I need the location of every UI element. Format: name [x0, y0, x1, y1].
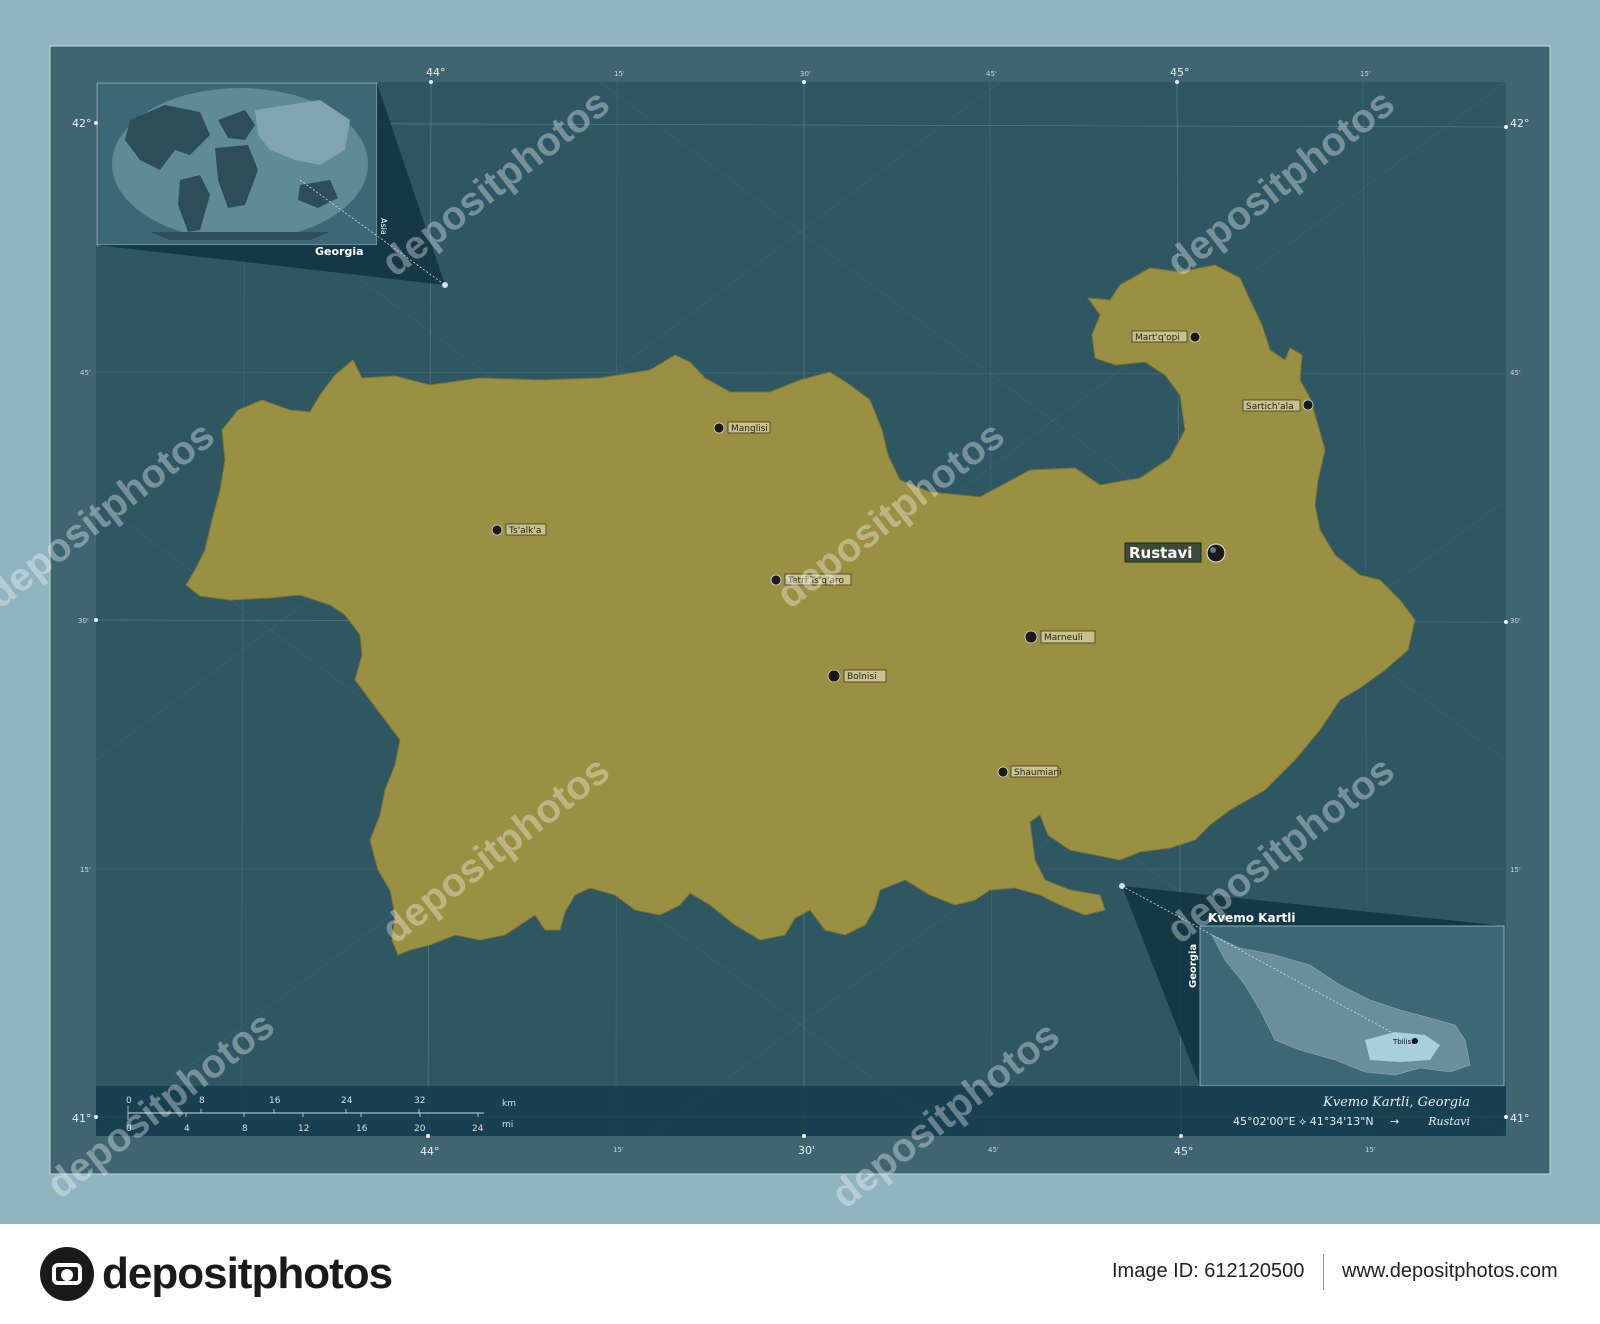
city-marker — [827, 669, 841, 683]
scale-km-tick: 32 — [414, 1096, 425, 1106]
scale-mi-tick: 12 — [298, 1124, 309, 1134]
latitude-label: 42° — [1510, 117, 1530, 130]
city-marker — [1189, 331, 1201, 343]
longitude-minor-label: 30' — [800, 70, 811, 78]
latitude-label: 41° — [1510, 1112, 1530, 1125]
latitude-minor-label: 30' — [78, 617, 89, 625]
longitude-minor-label: 15' — [1360, 70, 1371, 78]
longitude-minor-label: 45' — [986, 70, 997, 78]
longitude-label: 44° — [420, 1145, 440, 1158]
city-label: Shaumiani — [1014, 768, 1062, 778]
city-rustavi[interactable]: Rustavi — [1124, 542, 1226, 563]
city-marker — [713, 422, 725, 434]
world-inset-country-label: Georgia — [315, 245, 364, 258]
site-url[interactable]: www.depositphotos.com — [1342, 1260, 1558, 1283]
longitude-label: 45° — [1174, 1145, 1194, 1158]
city-label: Ts'alk'a — [508, 526, 541, 536]
antarctica-shape — [150, 232, 330, 240]
longitude-minor-label: 15' — [1365, 1146, 1376, 1154]
world-inset-continent-label: Asia — [379, 218, 388, 235]
latitude-minor-label: 45' — [80, 369, 91, 377]
capital-marker-highlight — [1210, 547, 1216, 553]
latitude-label: 42° — [72, 117, 92, 130]
footer-bar: depositphotos Image ID: 612120500 www.de… — [0, 1224, 1600, 1324]
scale-km-tick: 16 — [269, 1096, 281, 1106]
info-bar: 0 8 16 24 32 km 0 4 8 12 16 20 24 mi Kve… — [96, 1086, 1506, 1136]
city-marker — [1024, 630, 1038, 644]
city-marneuli[interactable]: Marneuli — [1024, 630, 1096, 644]
brand-logo[interactable]: depositphotos — [40, 1246, 393, 1302]
scale-mi-tick: 8 — [242, 1124, 248, 1134]
latitude-minor-label: 15' — [80, 866, 91, 874]
footer-divider — [1323, 1254, 1324, 1290]
country-inset-country-label: Georgia — [1188, 944, 1199, 988]
city-label: Sartich'ala — [1246, 402, 1294, 412]
longitude-minor-label: 45' — [988, 1146, 999, 1154]
page: Georgia Asia Tbilisi Kvemo Kartli Georgi… — [0, 0, 1600, 1324]
scale-mi-label: mi — [502, 1120, 513, 1130]
scale-mi-tick: 4 — [184, 1124, 190, 1134]
map-title: Kvemo Kartli, Georgia — [1322, 1095, 1470, 1110]
longitude-minor-label: 15' — [613, 1146, 624, 1154]
city-label: Mart'q'opi — [1135, 333, 1180, 343]
scale-mi-tick: 16 — [356, 1124, 368, 1134]
camera-icon — [40, 1247, 94, 1301]
image-id: Image ID: 612120500 — [1112, 1260, 1305, 1282]
latitude-minor-label: 30' — [1510, 617, 1521, 625]
scale-km-label: km — [502, 1099, 516, 1109]
city-marker — [491, 524, 503, 536]
city-label: Marneuli — [1044, 633, 1083, 643]
brand-name: depositphotos — [102, 1249, 393, 1298]
longitude-label: 45° — [1170, 66, 1190, 79]
capital-marker — [1206, 543, 1226, 563]
map-canvas: Georgia Asia Tbilisi Kvemo Kartli Georgi… — [0, 45, 1551, 1217]
latitude-minor-label: 15' — [1510, 866, 1521, 874]
scale-mi-tick: 20 — [414, 1124, 426, 1134]
arrow-icon: → — [1390, 1115, 1399, 1128]
city-bolnisi[interactable]: Bolnisi — [827, 669, 887, 683]
latitude-minor-label: 45' — [1510, 369, 1521, 377]
region-locator-dot — [1119, 883, 1125, 889]
longitude-minor-label: 15' — [614, 70, 625, 78]
city-tsalka[interactable]: Ts'alk'a — [491, 523, 547, 536]
longitude-label: 44° — [426, 66, 446, 79]
city-label: Manglisi — [731, 424, 768, 434]
georgia-locator-dot — [442, 282, 448, 288]
city-label: Bolnisi — [847, 672, 877, 682]
latitude-label: 41° — [72, 1112, 92, 1125]
longitude-minor-label: 30' — [798, 1144, 815, 1157]
city-marker — [997, 766, 1009, 778]
tbilisi-label: Tbilisi — [1392, 1038, 1413, 1046]
city-marker — [1302, 399, 1314, 411]
city-label: Rustavi — [1129, 544, 1192, 562]
map-coordinates: 45°02'00"E ⟡ 41°34'13"N — [1233, 1115, 1374, 1128]
capital-reference: Rustavi — [1427, 1115, 1470, 1128]
scale-mi-tick: 24 — [472, 1124, 484, 1134]
scale-km-tick: 24 — [341, 1096, 353, 1106]
